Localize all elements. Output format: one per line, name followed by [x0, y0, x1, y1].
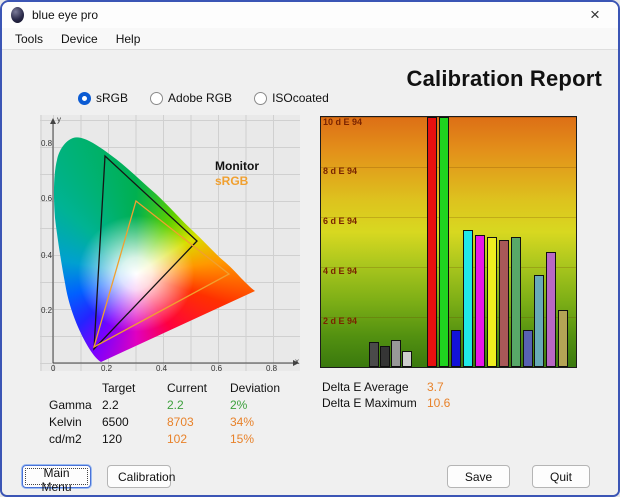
header-target: Target: [102, 380, 136, 395]
radio-isocoated-circle-icon[interactable]: [254, 91, 268, 105]
bar-blue: [451, 329, 461, 367]
bar-gray-1: [369, 342, 379, 367]
deviation-value: 34%: [230, 414, 255, 429]
radio-srgb[interactable]: sRGB: [78, 91, 128, 105]
table-row: Kelvin 6500 8703 34%: [49, 413, 300, 430]
radio-srgb-circle-icon[interactable]: [78, 91, 91, 105]
bar-gray-4: [402, 350, 412, 367]
bar-orchid: [546, 252, 556, 367]
main-menu-button[interactable]: Main Menu: [22, 465, 91, 494]
current-value: 8703: [167, 414, 194, 429]
main-content: Calibration Report sRGB Adobe RGB ISOcoa…: [2, 50, 618, 495]
deviation-value: 2%: [230, 397, 248, 412]
bar-dark-khaki: [558, 309, 568, 367]
y-tick-label: 10 d E 94: [323, 117, 363, 127]
gamut-overlay: [50, 118, 299, 366]
bar-steel-teal: [534, 274, 544, 367]
table-row: cd/m2 120 102 15%: [49, 430, 300, 447]
bar-gray-2: [380, 345, 390, 367]
y-tick-label: 8 d E 94: [323, 166, 358, 176]
close-icon[interactable]: ×: [578, 2, 612, 28]
x-tick: 0.4: [156, 364, 168, 373]
bar-green: [439, 117, 449, 367]
monitor-gamut-triangle: [93, 154, 198, 351]
app-logo-icon: [11, 7, 24, 23]
app-window: blue eye pro × Tools Device Help Calibra…: [0, 0, 620, 497]
current-value: 102: [167, 431, 188, 446]
legend-srgb: sRGB: [215, 174, 249, 188]
delta-e-maximum-label: Delta E Maximum: [322, 396, 417, 410]
radio-adobe-rgb-circle-icon[interactable]: [150, 91, 164, 105]
delta-e-average-value: 3.7: [427, 380, 444, 394]
save-button[interactable]: Save: [447, 465, 510, 488]
y-tick: 0.8: [41, 139, 53, 148]
header-deviation: Deviation: [230, 380, 281, 395]
y-tick: 0.2: [41, 306, 53, 315]
legend-monitor: Monitor: [215, 159, 259, 173]
radio-isocoated-label: ISOcoated: [272, 91, 329, 105]
bar-gray-3: [391, 339, 401, 367]
y-tick-label: 6 d E 94: [323, 216, 358, 226]
menu-device[interactable]: Device: [52, 30, 107, 48]
bar-brown: [499, 239, 509, 367]
y-axis-label: y: [57, 115, 61, 124]
bar-cyan: [463, 229, 473, 367]
radio-adobe-rgb[interactable]: Adobe RGB: [150, 91, 232, 105]
window-title: blue eye pro: [32, 8, 99, 22]
target-value: 6500: [102, 414, 129, 429]
x-tick: 0.8: [266, 364, 278, 373]
delta-e-average-label: Delta E Average: [322, 380, 409, 394]
profile-radio-group: sRGB Adobe RGB ISOcoated: [78, 91, 329, 105]
x-axis-label: x: [295, 357, 299, 366]
title-bar: blue eye pro ×: [2, 2, 618, 28]
srgb-gamut-triangle: [92, 199, 231, 349]
radio-isocoated[interactable]: ISOcoated: [254, 91, 329, 105]
bar-magenta: [475, 234, 485, 367]
x-tick: 0: [51, 364, 56, 373]
x-tick: 0.6: [211, 364, 223, 373]
row-label: Kelvin: [49, 414, 82, 429]
calibration-button[interactable]: Calibration: [107, 465, 175, 488]
y-tick: 0.6: [41, 194, 53, 203]
target-value: 2.2: [102, 397, 119, 412]
y-tick: 0.4: [41, 251, 53, 260]
bar-yellow: [487, 237, 497, 367]
delta-e-bar-chart: 10 d E 94 8 d E 94 6 d E 94 4 d E 94 2 d E 9…: [320, 116, 577, 368]
radio-srgb-label: sRGB: [96, 91, 129, 105]
page-title: Calibration Report: [406, 66, 602, 91]
cie-chromaticity-diagram: y x 0.8 0.6 0.4 0.2 0 0.2 0.4 0.6 0.8 Mo…: [40, 115, 300, 373]
bar-red: [427, 117, 437, 367]
header-current: Current: [167, 380, 208, 395]
menu-bar: Tools Device Help: [2, 28, 618, 50]
bar-sea-green: [511, 237, 521, 367]
y-tick-label: 4 d E 94: [323, 266, 358, 276]
results-table: Target Current Deviation Gamma 2.2 2.2 2…: [49, 379, 300, 447]
delta-e-summary: Delta E Average 3.7 Delta E Maximum 10.6: [322, 379, 450, 411]
delta-e-maximum-value: 10.6: [427, 396, 451, 410]
row-label: cd/m2: [49, 431, 82, 446]
menu-tools[interactable]: Tools: [6, 30, 52, 48]
radio-adobe-rgb-label: Adobe RGB: [168, 91, 233, 105]
row-label: Gamma: [49, 397, 92, 412]
menu-help[interactable]: Help: [107, 30, 150, 48]
x-tick: 0.2: [101, 364, 113, 373]
y-tick-label: 2 d E 94: [323, 316, 358, 326]
table-row: Gamma 2.2 2.2 2%: [49, 396, 300, 413]
table-header-row: Target Current Deviation: [49, 379, 300, 396]
quit-button[interactable]: Quit: [532, 465, 590, 488]
deviation-value: 15%: [230, 431, 255, 446]
target-value: 120: [102, 431, 123, 446]
current-value: 2.2: [167, 397, 184, 412]
bar-slate-blue: [523, 329, 533, 367]
